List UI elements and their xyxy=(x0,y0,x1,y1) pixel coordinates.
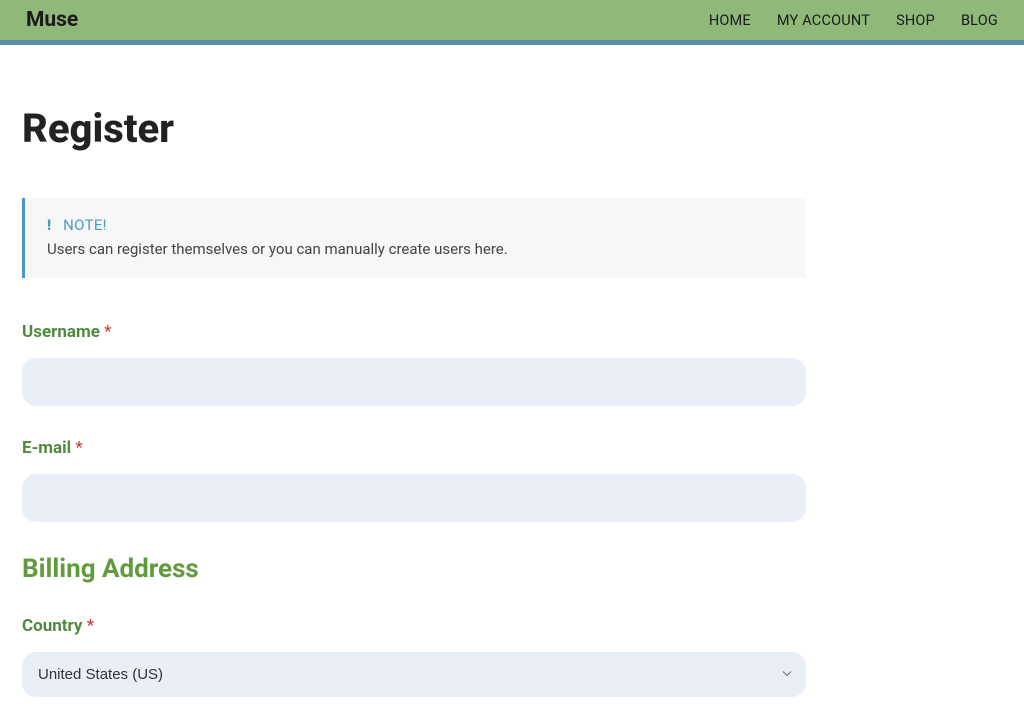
header: Muse HOME MY ACCOUNT SHOP BLOG xyxy=(0,0,1024,45)
note-box: ! NOTE! Users can register themselves or… xyxy=(22,198,806,278)
nav-blog[interactable]: BLOG xyxy=(961,12,998,29)
username-label-text: Username xyxy=(22,322,104,342)
billing-section-title: Billing Address xyxy=(22,554,1002,584)
note-text: Users can register themselves or you can… xyxy=(47,240,784,258)
note-header: ! NOTE! xyxy=(47,216,784,234)
nav-my-account[interactable]: MY ACCOUNT xyxy=(777,12,870,29)
username-label: Username * xyxy=(22,322,1002,342)
required-marker: * xyxy=(75,438,82,458)
country-label-text: Country xyxy=(22,616,87,636)
logo[interactable]: Muse xyxy=(26,8,78,32)
country-label: Country * xyxy=(22,616,1002,636)
nav-shop[interactable]: SHOP xyxy=(896,12,935,29)
username-input[interactable] xyxy=(22,358,806,406)
alert-icon: ! xyxy=(47,216,51,234)
main-container: Register ! NOTE! Users can register them… xyxy=(0,45,1024,717)
email-input[interactable] xyxy=(22,474,806,522)
email-label: E-mail * xyxy=(22,438,1002,458)
email-label-text: E-mail xyxy=(22,438,75,458)
required-marker: * xyxy=(87,616,94,636)
required-marker: * xyxy=(104,322,111,342)
page-title: Register xyxy=(22,105,1002,152)
country-select-wrapper: United States (US) xyxy=(22,652,806,697)
country-select[interactable]: United States (US) xyxy=(22,652,806,697)
nav-home[interactable]: HOME xyxy=(709,12,751,29)
main-nav: HOME MY ACCOUNT SHOP BLOG xyxy=(709,12,998,29)
note-title: NOTE! xyxy=(63,216,107,234)
